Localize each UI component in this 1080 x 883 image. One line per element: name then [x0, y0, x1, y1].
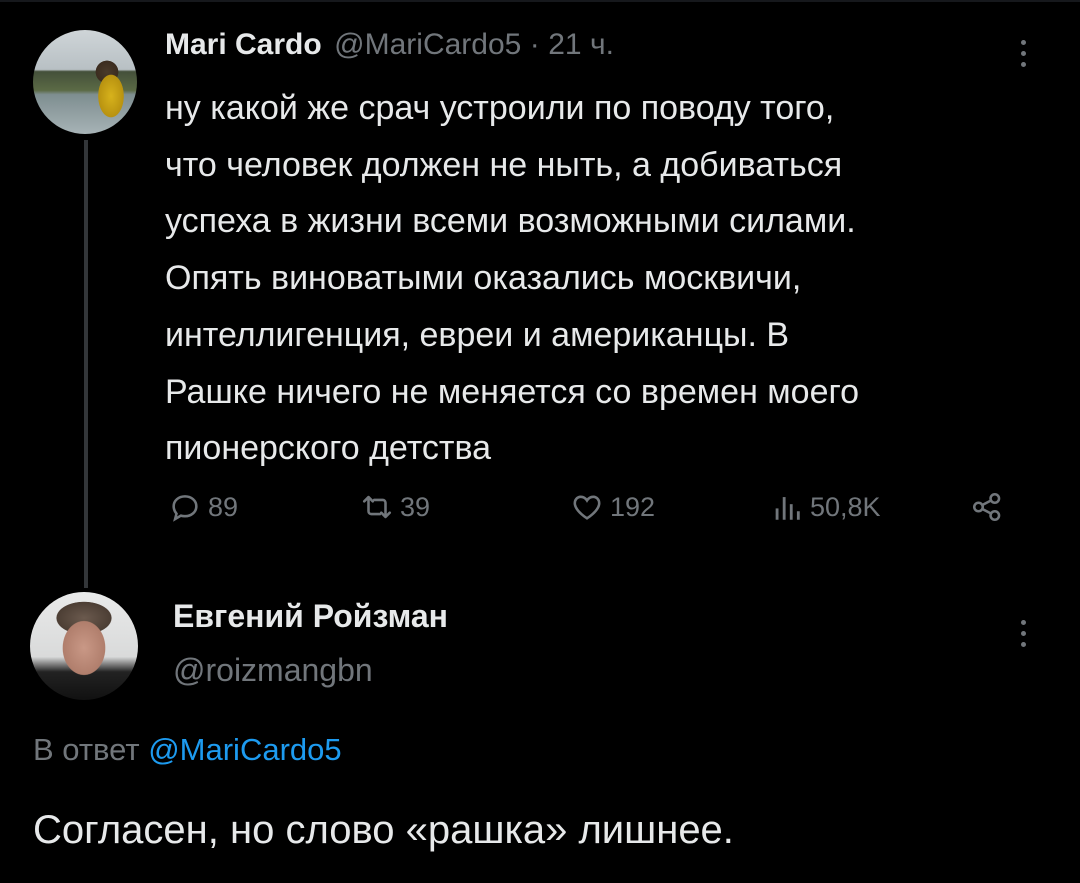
- tweet-text: ну какой же срач устроили по поводу того…: [165, 80, 1045, 477]
- avatar-roizman[interactable]: [30, 592, 138, 700]
- repost-button[interactable]: 39: [360, 490, 430, 524]
- more-icon[interactable]: [1020, 40, 1028, 73]
- tweet-text-line: Рашке ничего не меняется со времен моего: [165, 372, 860, 411]
- avatar-mari-cardo[interactable]: [33, 30, 137, 134]
- views-count: 50,8K: [810, 491, 881, 522]
- reply-icon: [172, 495, 198, 522]
- time-separator: ·: [529, 28, 540, 61]
- tweet-header: Mari Cardo @MariCardo5 · 21 ч.: [165, 28, 614, 68]
- repost-icon: [362, 495, 392, 519]
- like-count: 192: [610, 491, 656, 522]
- share-icon: [972, 492, 1001, 522]
- reply-context: В ответ @MariCardo5: [33, 732, 342, 768]
- tweet-text-line: пионерского детства: [165, 429, 492, 468]
- reply-count: 89: [208, 491, 239, 522]
- tweet-text-line: интеллигенция, евреи и американцы. В: [165, 315, 790, 354]
- tweet-actions: 89 39 192 50,8K: [0, 490, 1080, 534]
- share-button[interactable]: [970, 490, 1010, 524]
- like-button[interactable]: 192: [570, 490, 655, 524]
- repost-count: 39: [400, 491, 431, 522]
- author-handle[interactable]: @MariCardo5: [334, 28, 521, 61]
- tweet-text-line: что человек должен не ныть, а добиваться: [165, 145, 843, 184]
- reply-author-handle[interactable]: @roizmangbn: [173, 652, 373, 689]
- reply-button[interactable]: 89: [168, 490, 238, 524]
- tweet-text-line: успеха в жизни всеми возможными силами.: [165, 202, 856, 241]
- top-divider: [0, 0, 1080, 2]
- reply-mention-link[interactable]: @MariCardo5: [148, 732, 341, 767]
- tweet-time[interactable]: 21 ч.: [548, 28, 614, 61]
- views-button[interactable]: 50,8K: [770, 490, 881, 524]
- views-icon: [775, 497, 800, 520]
- reply-author-name[interactable]: Евгений Ройзман: [173, 598, 448, 635]
- tweet-text-line: ну какой же срач устроили по поводу того…: [165, 89, 835, 127]
- tweet-text-line: Опять виноватыми оказались москвичи,: [165, 259, 802, 298]
- like-icon: [573, 495, 601, 520]
- reply-prefix: В ответ: [33, 732, 140, 767]
- author-name[interactable]: Mari Cardo: [165, 28, 322, 61]
- reply-text: Согласен, но слово «рашка» лишнее.: [33, 808, 734, 852]
- more-icon[interactable]: [1020, 620, 1028, 653]
